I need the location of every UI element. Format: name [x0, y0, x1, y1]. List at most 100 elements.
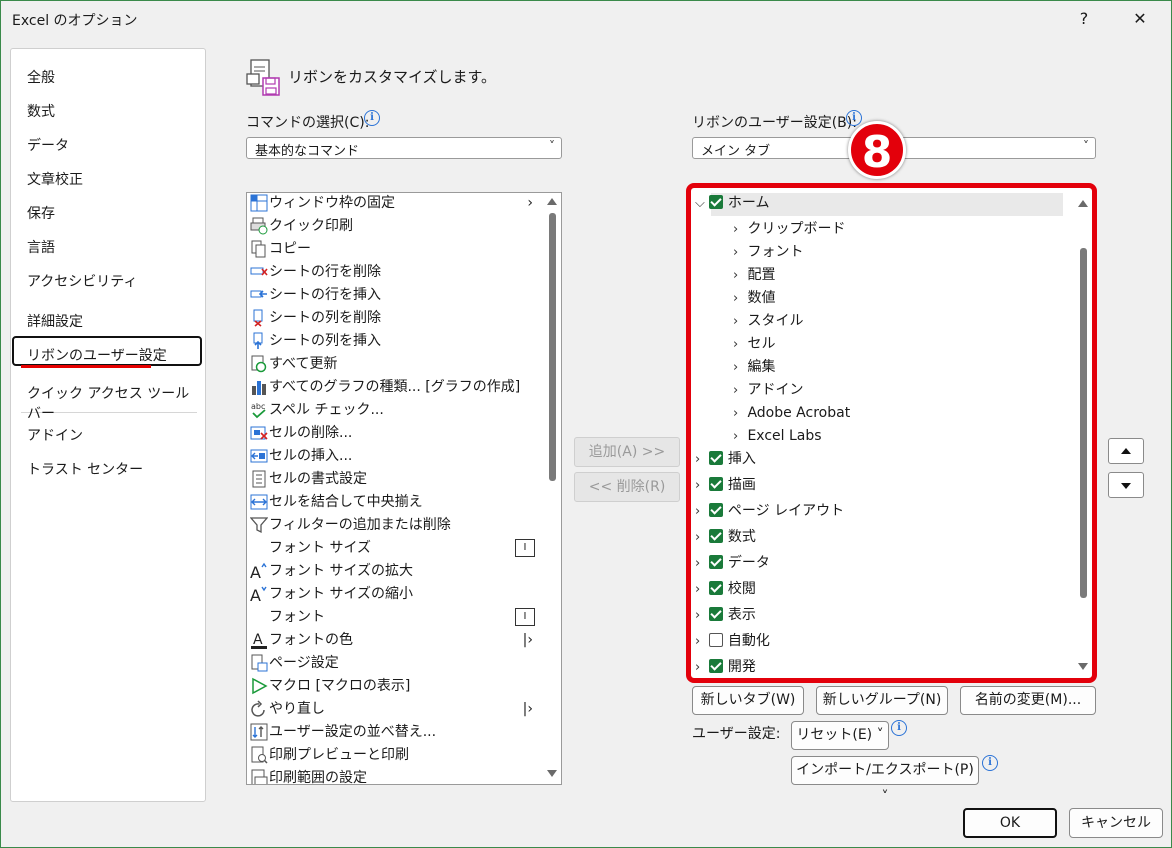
ribbon-tab-node[interactable]: ⌵ ホーム	[695, 191, 770, 215]
new-group-button[interactable]: 新しいグループ(N)	[816, 686, 948, 715]
scroll-down-icon[interactable]	[547, 770, 557, 777]
nav-formulas[interactable]: 数式	[27, 101, 55, 121]
add-button[interactable]: 追加(A) >>	[574, 437, 680, 467]
ribbon-group-node[interactable]: › 配置	[733, 263, 775, 287]
commands-list[interactable]: ウィンドウ枠の固定 › クイック印刷 コピー シートの行を削除 シートの行を挿入 シートの列…	[246, 192, 562, 785]
command-item[interactable]: フィルターの追加または削除	[247, 514, 537, 537]
chevron-down-icon[interactable]: ⌵	[695, 192, 705, 216]
checkbox[interactable]	[709, 503, 724, 517]
ribbon-tree[interactable]: ⌵ ホーム › クリップボード › フォント › 配置 › 数値 › スタイル › セル › …	[691, 188, 1092, 678]
ribbon-scrollbar[interactable]	[1075, 188, 1092, 678]
info-icon[interactable]: i	[364, 110, 380, 126]
ribbon-group-node[interactable]: › Adobe Acrobat	[733, 401, 850, 425]
command-item[interactable]: A フォントの色 |›	[247, 629, 537, 652]
command-item[interactable]: セルの挿入...	[247, 445, 537, 468]
command-item[interactable]: フォント I	[247, 606, 537, 629]
chevron-right-icon[interactable]: ›	[733, 402, 743, 426]
chevron-right-icon[interactable]: ›	[733, 356, 743, 380]
rename-button[interactable]: 名前の変更(M)...	[960, 686, 1096, 715]
help-icon[interactable]: ?	[1064, 6, 1104, 32]
chevron-right-icon[interactable]: ›	[733, 218, 743, 242]
command-item[interactable]: ページ設定	[247, 652, 537, 675]
chevron-right-icon[interactable]: ›	[733, 287, 743, 311]
chevron-right-icon[interactable]: ›	[695, 448, 705, 472]
ok-button[interactable]: OK	[963, 808, 1057, 838]
checkbox[interactable]	[709, 477, 724, 491]
ribbon-group-node[interactable]: › セル	[733, 332, 775, 356]
nav-addins[interactable]: アドイン	[27, 425, 83, 445]
scroll-thumb[interactable]	[1080, 248, 1087, 598]
nav-general[interactable]: 全般	[27, 67, 55, 87]
command-item[interactable]: シートの列を削除	[247, 307, 537, 330]
info-icon[interactable]: i	[982, 755, 998, 771]
chevron-right-icon[interactable]: ›	[695, 500, 705, 524]
move-down-button[interactable]	[1108, 472, 1144, 498]
chevron-right-icon[interactable]: ›	[695, 604, 705, 628]
command-item[interactable]: コピー	[247, 238, 537, 261]
chevron-right-icon[interactable]: ›	[695, 578, 705, 602]
checkbox[interactable]	[709, 607, 724, 621]
command-item[interactable]: A フォント サイズの拡大	[247, 560, 537, 583]
nav-qat[interactable]: クイック アクセス ツール バー	[27, 383, 205, 423]
command-item[interactable]: 印刷範囲の設定	[247, 767, 537, 784]
command-item[interactable]: やり直し |›	[247, 698, 537, 721]
command-item[interactable]: ユーザー設定の並べ替え...	[247, 721, 537, 744]
ribbon-group-node[interactable]: › 数値	[733, 286, 775, 310]
ribbon-group-node[interactable]: › スタイル	[733, 309, 803, 333]
ribbon-group-node[interactable]: › クリップボード	[733, 217, 845, 241]
chevron-right-icon[interactable]: ›	[733, 264, 743, 288]
checkbox[interactable]	[709, 451, 724, 465]
scroll-down-icon[interactable]	[1078, 663, 1088, 670]
nav-save[interactable]: 保存	[27, 203, 55, 223]
checkbox[interactable]	[709, 581, 724, 595]
nav-customize-ribbon[interactable]: リボンのユーザー設定	[27, 345, 167, 365]
chevron-right-icon[interactable]: ›	[733, 333, 743, 357]
ribbon-group-node[interactable]: › Excel Labs	[733, 424, 822, 448]
move-up-button[interactable]	[1108, 438, 1144, 464]
ribbon-group-node[interactable]: › アドイン	[733, 378, 803, 402]
remove-button[interactable]: << 削除(R)	[574, 472, 680, 502]
chevron-right-icon[interactable]: ›	[695, 526, 705, 550]
ribbon-tab-node[interactable]: › 描画	[695, 473, 756, 497]
command-item[interactable]: マクロ [マクロの表示]	[247, 675, 537, 698]
command-item[interactable]: セルの書式設定	[247, 468, 537, 491]
scroll-thumb[interactable]	[549, 213, 556, 481]
nav-data[interactable]: データ	[27, 135, 69, 155]
info-icon[interactable]: i	[846, 110, 862, 126]
command-item[interactable]: シートの行を挿入	[247, 284, 537, 307]
chevron-right-icon[interactable]: ›	[733, 241, 743, 265]
nav-trust-center[interactable]: トラスト センター	[27, 459, 143, 479]
ribbon-tab-node[interactable]: › ページ レイアウト	[695, 499, 844, 523]
ribbon-tab-node[interactable]: › データ	[695, 551, 770, 575]
chevron-right-icon[interactable]: ›	[695, 630, 705, 654]
commands-combo[interactable]: 基本的なコマンド ˅	[246, 137, 562, 159]
chevron-right-icon[interactable]: ›	[733, 425, 743, 449]
chevron-right-icon[interactable]: ›	[733, 379, 743, 403]
chevron-right-icon[interactable]: ›	[695, 656, 705, 678]
checkbox[interactable]	[709, 659, 724, 673]
ribbon-tab-node[interactable]: › 挿入	[695, 447, 756, 471]
info-icon[interactable]: i	[891, 720, 907, 736]
ribbon-tab-node[interactable]: › 表示	[695, 603, 756, 627]
nav-advanced[interactable]: 詳細設定	[27, 311, 83, 331]
ribbon-group-node[interactable]: › 編集	[733, 355, 775, 379]
checkbox[interactable]	[709, 195, 724, 209]
nav-language[interactable]: 言語	[27, 237, 55, 257]
command-item[interactable]: すべて更新	[247, 353, 537, 376]
command-item[interactable]: セルを結合して中央揃え	[247, 491, 537, 514]
ribbon-tab-node[interactable]: › 校閲	[695, 577, 756, 601]
command-item[interactable]: クイック印刷	[247, 215, 537, 238]
command-item[interactable]: シートの行を削除	[247, 261, 537, 284]
reset-button[interactable]: リセット(E) ˅	[791, 721, 889, 750]
checkbox[interactable]	[709, 555, 724, 569]
close-icon[interactable]: ✕	[1120, 6, 1160, 32]
import-export-button[interactable]: インポート/エクスポート(P) ˅	[791, 756, 979, 805]
command-item[interactable]: abc スペル チェック...	[247, 399, 537, 422]
chevron-right-icon[interactable]: ›	[695, 474, 705, 498]
command-item[interactable]: フォント サイズ I	[247, 537, 537, 560]
cancel-button[interactable]: キャンセル	[1069, 808, 1163, 838]
scroll-up-icon[interactable]	[547, 198, 557, 205]
command-item[interactable]: A フォント サイズの縮小	[247, 583, 537, 606]
command-item[interactable]: セルの削除...	[247, 422, 537, 445]
ribbon-tab-node[interactable]: › 開発	[695, 655, 756, 678]
